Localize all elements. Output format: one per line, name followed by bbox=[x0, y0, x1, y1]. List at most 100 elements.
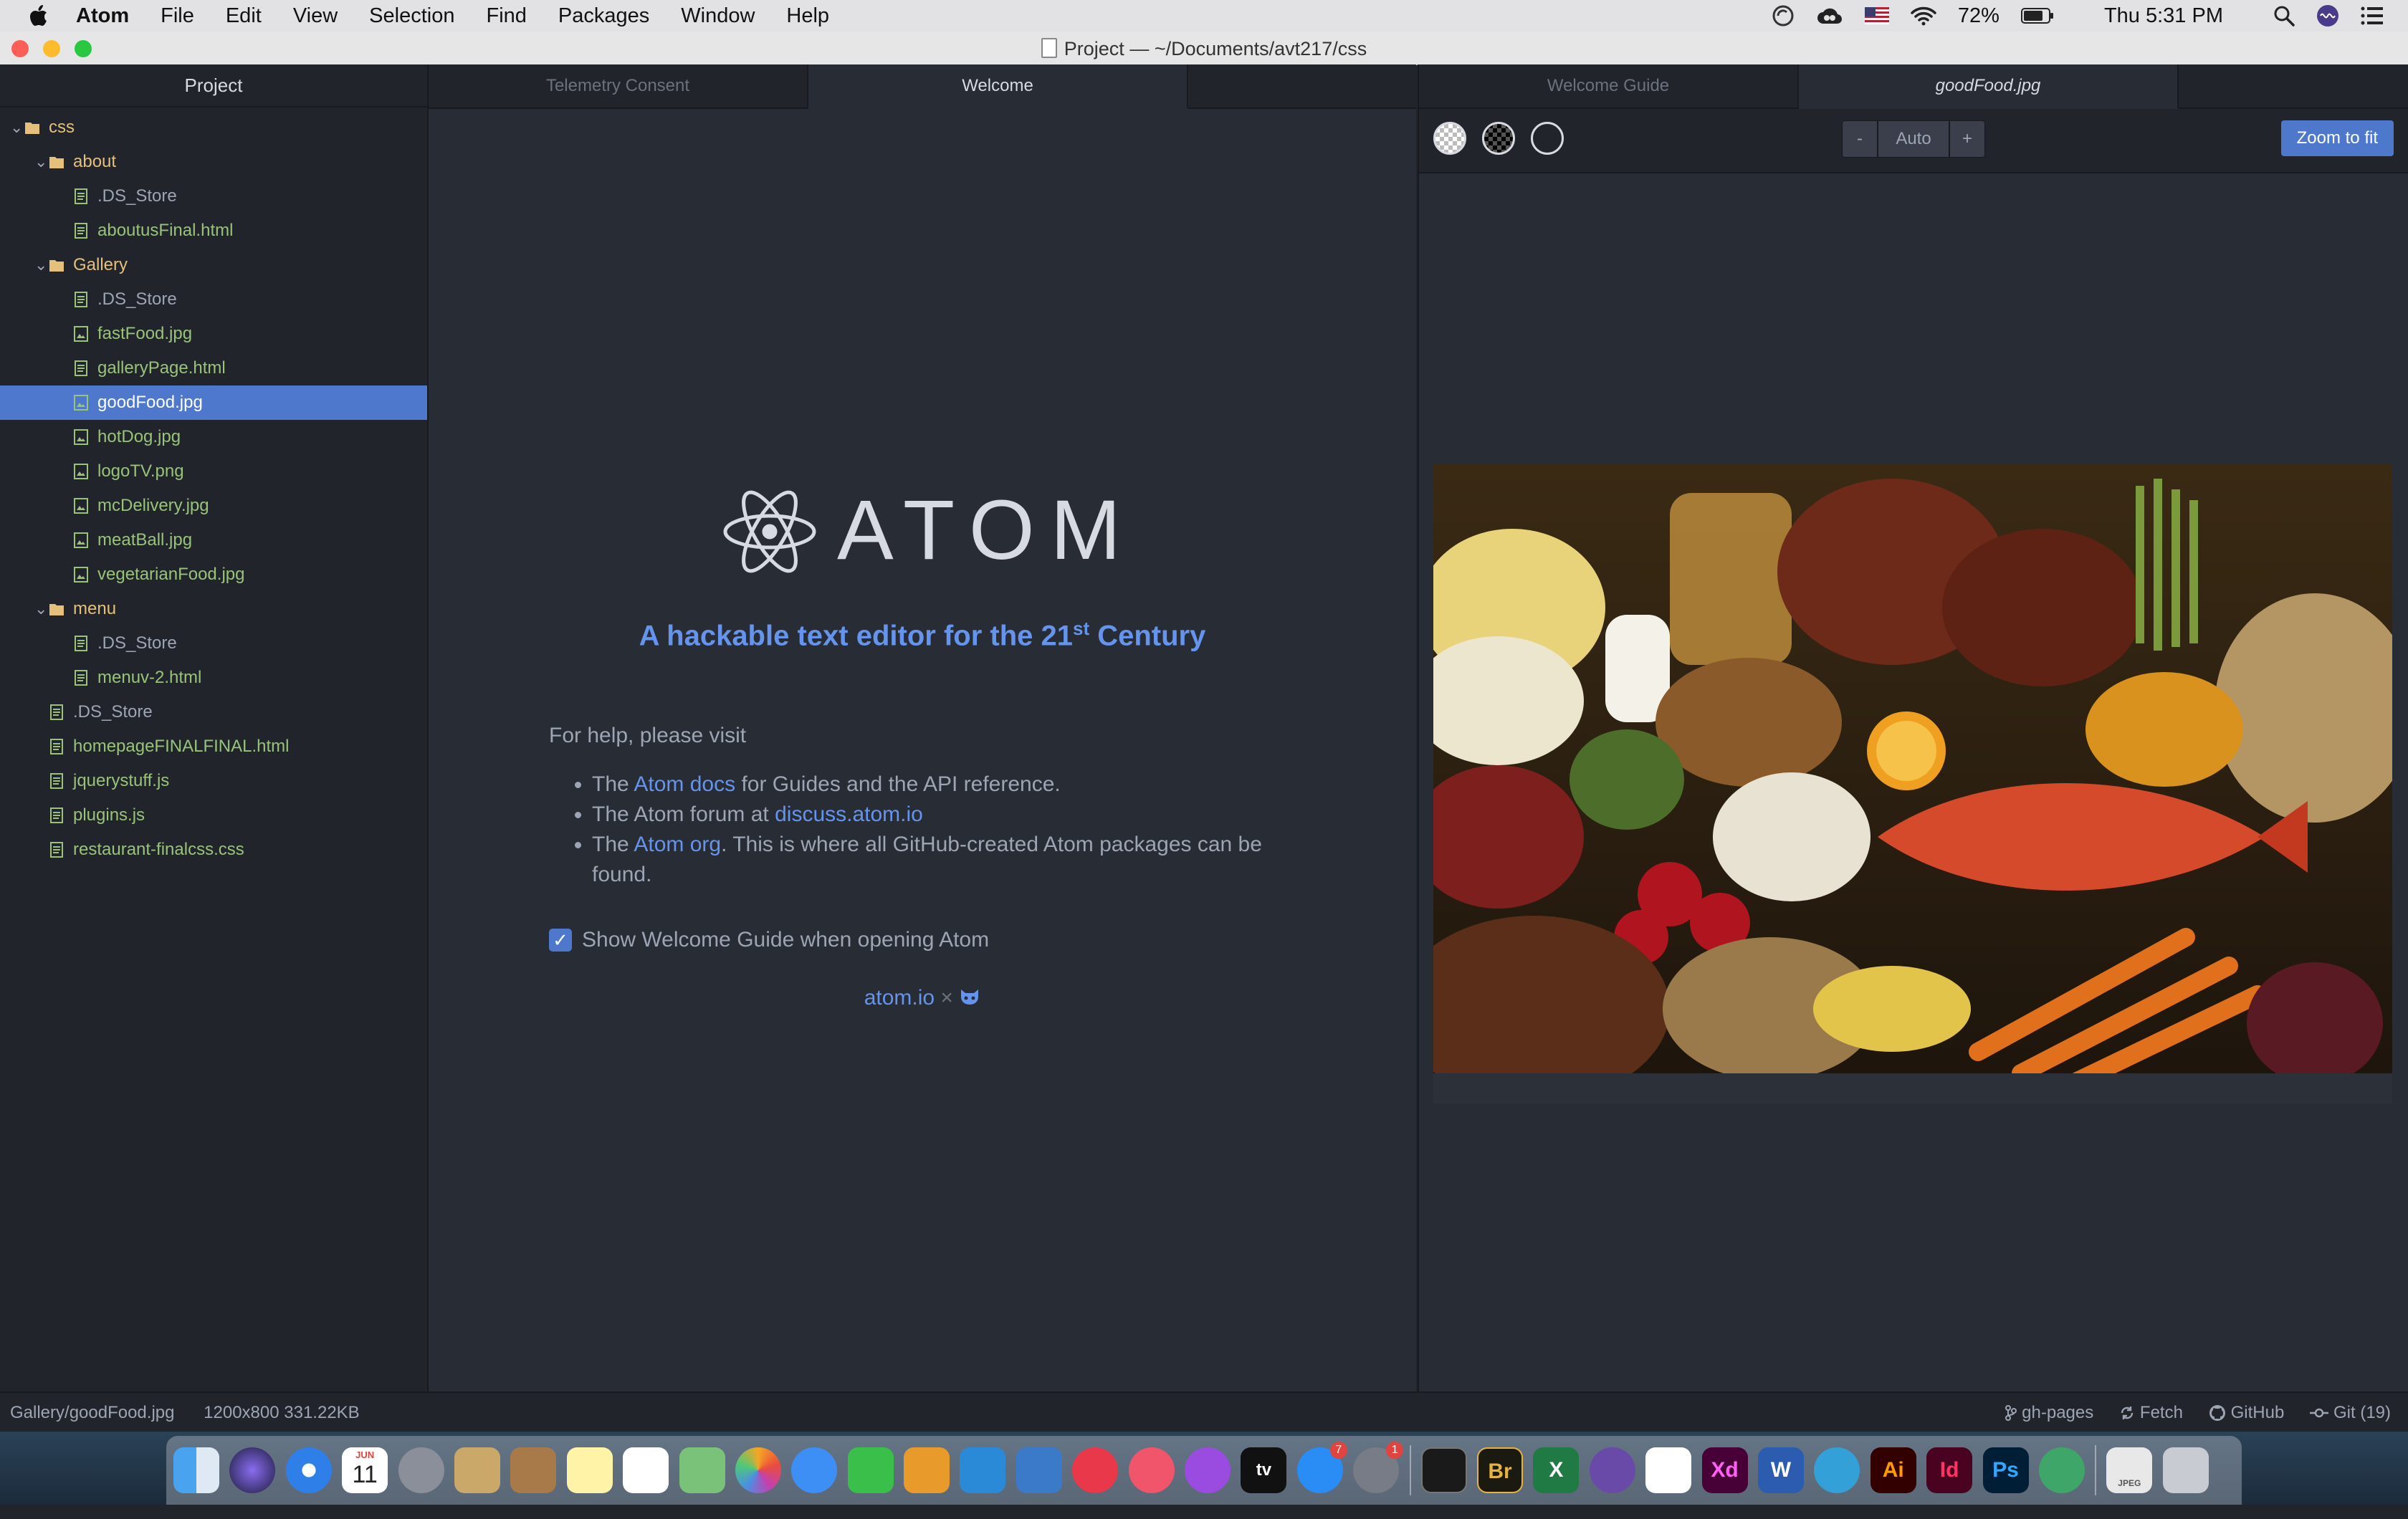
news-icon[interactable] bbox=[1072, 1447, 1119, 1493]
tab-telemetry-consent[interactable]: Telemetry Consent bbox=[429, 64, 808, 107]
calendar-icon[interactable]: JUN 11 bbox=[342, 1447, 388, 1493]
maps-icon[interactable] bbox=[679, 1447, 725, 1493]
apple-tv-icon[interactable]: tv bbox=[1241, 1447, 1287, 1493]
slack-icon[interactable] bbox=[1645, 1447, 1692, 1493]
reminders-icon[interactable] bbox=[623, 1447, 669, 1493]
creative-cloud-icon[interactable] bbox=[1816, 5, 1843, 27]
numbers-icon[interactable] bbox=[960, 1447, 1006, 1493]
word-icon[interactable]: W bbox=[1757, 1447, 1804, 1493]
tree-file[interactable]: .DS_Store bbox=[0, 695, 427, 729]
podcasts-icon[interactable] bbox=[1185, 1447, 1231, 1493]
tree-file[interactable]: galleryPage.html bbox=[0, 351, 427, 385]
photos-icon[interactable] bbox=[735, 1447, 781, 1493]
tree-file[interactable]: aboutusFinal.html bbox=[0, 214, 427, 248]
jpeg-file-icon[interactable]: JPEG bbox=[2106, 1447, 2153, 1493]
menu-find[interactable]: Find bbox=[486, 4, 526, 28]
github-desktop-icon[interactable] bbox=[1589, 1447, 1635, 1493]
notes-icon[interactable] bbox=[566, 1447, 613, 1493]
tab-goodfood-image[interactable]: goodFood.jpg bbox=[1799, 64, 2179, 109]
menu-file[interactable]: File bbox=[161, 4, 194, 28]
tree-file[interactable]: hotDog.jpg bbox=[0, 420, 427, 454]
sync-status-icon[interactable] bbox=[1772, 4, 1795, 27]
tree-file[interactable]: .DS_Store bbox=[0, 626, 427, 661]
music-icon[interactable] bbox=[1128, 1447, 1175, 1493]
facetime-icon[interactable] bbox=[847, 1447, 894, 1493]
tree-file[interactable]: meatBall.jpg bbox=[0, 523, 427, 557]
atom-docs-link[interactable]: Atom docs bbox=[634, 772, 735, 796]
illustrator-icon[interactable]: Ai bbox=[1870, 1447, 1916, 1493]
terminal-icon[interactable] bbox=[1420, 1447, 1467, 1493]
status-file-path[interactable]: Gallery/goodFood.jpg bbox=[10, 1403, 174, 1422]
tree-file[interactable]: logoTV.png bbox=[0, 454, 427, 489]
status-git[interactable]: Git (19) bbox=[2310, 1393, 2391, 1433]
tree-file[interactable]: .DS_Store bbox=[0, 282, 427, 317]
tree-folder[interactable]: ⌄ menu bbox=[0, 592, 427, 626]
mail-stamp-icon[interactable] bbox=[454, 1447, 500, 1493]
menu-window[interactable]: Window bbox=[681, 4, 755, 28]
tree-file[interactable]: fastFood.jpg bbox=[0, 317, 427, 351]
menu-packages[interactable]: Packages bbox=[558, 4, 649, 28]
trash-icon[interactable] bbox=[2162, 1447, 2209, 1493]
us-flag-icon[interactable] bbox=[1864, 7, 1889, 24]
notification-center-icon[interactable] bbox=[2361, 6, 2384, 25]
zoom-out-button[interactable]: - bbox=[1842, 120, 1878, 158]
bg-transparent-button[interactable] bbox=[1433, 122, 1466, 155]
menu-help[interactable]: Help bbox=[786, 4, 829, 28]
chevron-down-icon[interactable]: ⌄ bbox=[34, 248, 47, 282]
safari-icon[interactable] bbox=[285, 1447, 332, 1493]
tab-welcome-guide[interactable]: Welcome Guide bbox=[1419, 64, 1799, 107]
apple-menu-icon[interactable] bbox=[27, 4, 49, 28]
pages-icon[interactable] bbox=[904, 1447, 950, 1493]
tree-panel-title[interactable]: Project bbox=[0, 64, 427, 107]
tree-folder[interactable]: ⌄ Gallery bbox=[0, 248, 427, 282]
tree-folder[interactable]: ⌄ about bbox=[0, 145, 427, 179]
app-store-icon[interactable]: 7 bbox=[1296, 1442, 1347, 1493]
system-preferences-icon[interactable]: 1 bbox=[1353, 1442, 1404, 1493]
adobe-xd-icon[interactable]: Xd bbox=[1701, 1447, 1748, 1493]
atom-io-link[interactable]: atom.io bbox=[864, 986, 935, 1010]
tree-file[interactable]: mcDelivery.jpg bbox=[0, 489, 427, 523]
zoom-to-fit-button[interactable]: Zoom to fit bbox=[2280, 120, 2394, 156]
octocat-icon[interactable] bbox=[959, 988, 980, 1007]
siri-icon[interactable] bbox=[229, 1447, 276, 1493]
menu-view[interactable]: View bbox=[293, 4, 338, 28]
chevron-down-icon[interactable]: ⌄ bbox=[34, 592, 47, 626]
show-welcome-guide-label[interactable]: Show Welcome Guide when opening Atom bbox=[582, 928, 989, 952]
keynote-icon[interactable] bbox=[1016, 1447, 1062, 1493]
finder-icon[interactable] bbox=[173, 1447, 219, 1493]
atom-org-link[interactable]: Atom org bbox=[634, 833, 721, 856]
tree-file[interactable]: goodFood.jpg bbox=[0, 385, 427, 420]
battery-icon[interactable] bbox=[2020, 7, 2054, 24]
tree-folder[interactable]: ⌄ css bbox=[0, 110, 427, 145]
menu-atom[interactable]: Atom bbox=[76, 4, 129, 28]
contacts-icon[interactable] bbox=[510, 1447, 557, 1493]
excel-icon[interactable]: X bbox=[1533, 1447, 1580, 1493]
tree-file[interactable]: plugins.js bbox=[0, 798, 427, 833]
tree-file[interactable]: jquerystuff.js bbox=[0, 764, 427, 798]
tree-file[interactable]: restaurant-finalcss.css bbox=[0, 833, 427, 867]
chevron-down-icon[interactable]: ⌄ bbox=[10, 110, 23, 145]
indesign-icon[interactable]: Id bbox=[1926, 1447, 1973, 1493]
wifi-icon[interactable] bbox=[1911, 6, 1936, 26]
tree-file[interactable]: .DS_Store bbox=[0, 179, 427, 214]
tree-file[interactable]: homepageFINALFINAL.html bbox=[0, 729, 427, 764]
photoshop-icon[interactable]: Ps bbox=[1982, 1447, 2029, 1493]
atom-dock-icon[interactable] bbox=[2038, 1447, 2085, 1493]
tree-file[interactable]: menuv-2.html bbox=[0, 661, 427, 695]
chevron-down-icon[interactable]: ⌄ bbox=[34, 145, 47, 179]
bridge-icon[interactable]: Br bbox=[1476, 1447, 1523, 1493]
show-welcome-guide-checkbox[interactable]: ✓ bbox=[549, 929, 572, 952]
siri-icon[interactable] bbox=[2316, 4, 2339, 27]
browser-icon[interactable] bbox=[1814, 1447, 1860, 1493]
tab-welcome[interactable]: Welcome bbox=[808, 64, 1188, 109]
status-branch[interactable]: gh-pages bbox=[2005, 1393, 2093, 1433]
bg-black-button[interactable] bbox=[1482, 122, 1515, 155]
status-fetch[interactable]: Fetch bbox=[2119, 1393, 2183, 1433]
menu-clock[interactable]: Thu 5:31 PM bbox=[2104, 4, 2223, 28]
zoom-in-button[interactable]: + bbox=[1949, 120, 1985, 158]
spotlight-search-icon[interactable] bbox=[2273, 5, 2295, 27]
tree-file[interactable]: vegetarianFood.jpg bbox=[0, 557, 427, 592]
status-github[interactable]: GitHub bbox=[2209, 1393, 2284, 1433]
messages-icon[interactable] bbox=[791, 1447, 838, 1493]
zoom-reset-button[interactable]: Auto bbox=[1878, 120, 1949, 158]
